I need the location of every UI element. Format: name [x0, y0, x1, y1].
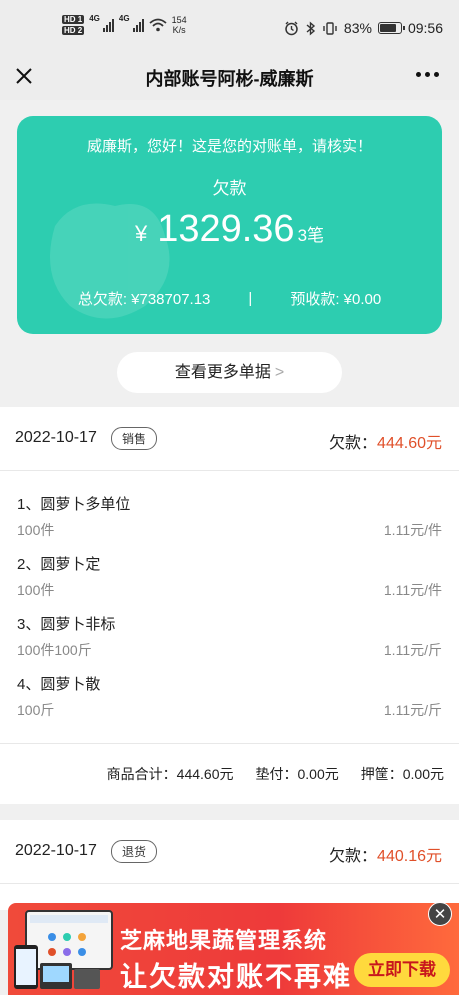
bill-header: 2022-10-17 退货 欠款：440.16元 — [0, 820, 459, 884]
owe-amount: 1329.36 — [157, 208, 295, 250]
view-more-button[interactable]: 查看更多单据 > — [117, 352, 342, 393]
bill-card[interactable]: 2022-10-17 销售 欠款：444.60元 1、圆萝卜多单位 100件 1… — [0, 407, 459, 804]
item-qty: 100斤 — [17, 702, 55, 718]
item-name: 1、圆萝卜多单位 — [17, 496, 131, 513]
total-owe: 总欠款: ¥738707.13 — [77, 291, 211, 308]
chevron-right-icon: > — [274, 364, 285, 381]
ad-close-icon[interactable]: ✕ — [428, 902, 452, 926]
bill-header: 2022-10-17 销售 欠款：444.60元 — [0, 407, 459, 471]
speed-value: 154 — [171, 15, 187, 25]
bill-type-badge: 退货 — [111, 840, 158, 863]
ad-subtitle: 让欠款对账不再难 — [120, 962, 352, 992]
bill-owe-label: 欠款： — [329, 435, 378, 452]
download-button[interactable]: 立即下载 — [354, 953, 450, 987]
item-qty: 100件100斤 — [17, 642, 92, 658]
item-name: 2、圆萝卜定 — [17, 556, 101, 573]
hd1-badge: HD 1 — [62, 15, 85, 24]
owe-label: 欠款 — [212, 179, 247, 198]
vibrate-icon — [323, 21, 337, 35]
item-price: 1.11元/件 — [383, 582, 442, 598]
signal-icon-2 — [132, 18, 144, 32]
view-more-label: 查看更多单据 — [174, 364, 271, 381]
wifi-icon — [148, 18, 167, 32]
status-right: 83% 09:56 — [284, 20, 443, 36]
amount-row: ¥1329.36 3笔 — [17, 208, 442, 251]
prepaid: 预收款: ¥0.00 — [290, 291, 382, 308]
list-item: 2、圆萝卜定 100件 1.11元/件 — [17, 549, 442, 609]
advance-paid: 垫付：0.00元 — [255, 766, 339, 782]
devices-image — [14, 910, 113, 989]
status-bar: HD 1 HD 2 4G 4G 154 K/s 83% 09:56 — [0, 0, 459, 54]
totals-row: 总欠款: ¥738707.13 | 预收款: ¥0.00 — [17, 288, 442, 309]
bill-owe-value: 440.16元 — [377, 848, 442, 865]
more-icon[interactable] — [416, 72, 439, 77]
bill-summary: 商品合计：444.60元 垫付：0.00元 押筐：0.00元 — [0, 744, 459, 804]
list-item: 1、圆萝卜多单位 100件 1.11元/件 — [17, 489, 442, 549]
bill-owe: 欠款：444.60元 — [329, 429, 442, 453]
currency-symbol: ¥ — [134, 221, 148, 246]
item-price: 1.11元/斤 — [383, 642, 442, 658]
item-price: 1.11元/件 — [383, 522, 442, 538]
hd-indicator: HD 1 HD 2 — [62, 14, 85, 36]
clock: 09:56 — [407, 20, 443, 36]
bill-owe-label: 欠款： — [329, 848, 378, 865]
basket-deposit: 押筐：0.00元 — [360, 766, 444, 782]
bill-owe-value: 444.60元 — [377, 435, 442, 452]
bill-card[interactable]: 2022-10-17 退货 欠款：440.16元 — [0, 820, 459, 910]
item-price: 1.11元/斤 — [383, 702, 442, 718]
bluetooth-icon — [306, 20, 315, 36]
nav-bar: 内部账号阿彬-威廉斯 — [0, 54, 459, 100]
bill-date: 2022-10-17 — [15, 842, 97, 859]
bill-date: 2022-10-17 — [15, 429, 97, 446]
bill-owe: 欠款：440.16元 — [329, 842, 442, 866]
ad-title: 芝麻地果蔬管理系统 — [120, 928, 328, 953]
network-speed: 154 K/s — [172, 15, 187, 35]
item-name: 3、圆萝卜非标 — [17, 616, 116, 633]
list-item: 3、圆萝卜非标 100件100斤 1.11元/斤 — [17, 609, 442, 669]
net2-label: 4G — [118, 14, 130, 23]
bill-type-badge: 销售 — [111, 427, 158, 450]
signal-icon — [102, 18, 114, 32]
hd2-badge: HD 2 — [62, 26, 85, 35]
item-qty: 100件 — [17, 582, 55, 598]
battery-icon — [377, 22, 405, 34]
speed-unit: K/s — [172, 25, 186, 35]
statement-card: 威廉斯，您好！这是您的对账单，请核实！ 欠款 ¥1329.36 3笔 总欠款: ¥… — [17, 116, 442, 334]
page-title: 内部账号阿彬-威廉斯 — [145, 69, 314, 89]
net1-label: 4G — [89, 14, 100, 23]
item-list: 1、圆萝卜多单位 100件 1.11元/件 2、圆萝卜定 100件 1.11元/… — [0, 471, 459, 744]
ad-banner[interactable]: 芝麻地果蔬管理系统 让欠款对账不再难 立即下载 — [8, 903, 459, 995]
greeting-text: 威廉斯，您好！这是您的对账单，请核实！ — [86, 138, 372, 155]
item-qty: 100件 — [17, 522, 55, 538]
totals-separator: | — [248, 290, 253, 307]
bill-count: 3笔 — [297, 226, 325, 245]
list-item: 4、圆萝卜散 100斤 1.11元/斤 — [17, 669, 442, 729]
item-name: 4、圆萝卜散 — [17, 676, 101, 693]
battery-percent: 83% — [343, 20, 372, 36]
alarm-icon — [285, 21, 298, 35]
goods-total: 商品合计：444.60元 — [106, 766, 234, 782]
status-left: HD 1 HD 2 4G 4G 154 K/s — [62, 14, 187, 36]
